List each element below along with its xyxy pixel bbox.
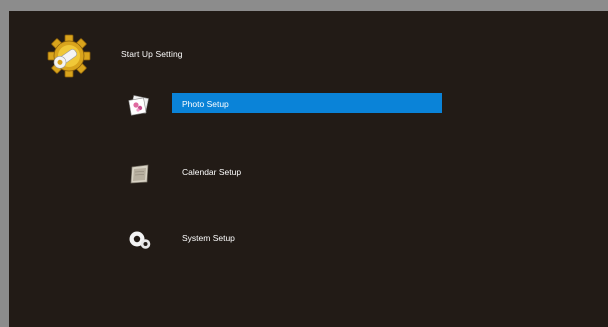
menu-item-system-setup[interactable]: System Setup: [9, 227, 608, 251]
menu-item-calendar-setup[interactable]: Calendar Setup: [9, 161, 608, 185]
menu-item-label: Photo Setup: [182, 99, 229, 109]
photo-icon: [128, 95, 152, 117]
menu-item-label: Calendar Setup: [182, 167, 242, 177]
setup-screen: Start Up Setting Photo Setup Calendar Se…: [9, 11, 608, 327]
page-title: Start Up Setting: [121, 49, 183, 59]
system-gears-icon: [128, 229, 152, 251]
gear-icon: [45, 33, 93, 79]
calendar-icon: [128, 163, 152, 185]
menu-item-label: System Setup: [182, 233, 235, 243]
device-bezel: Start Up Setting Photo Setup Calendar Se…: [0, 0, 608, 327]
menu-item-photo-setup[interactable]: Photo Setup: [9, 93, 608, 117]
